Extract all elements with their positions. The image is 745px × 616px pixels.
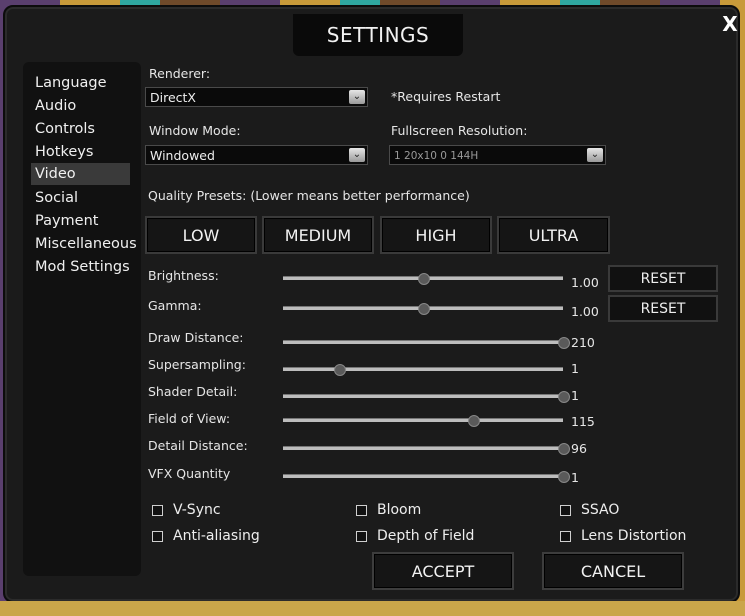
sidebar-item-audio[interactable]: Audio [31,95,130,117]
brightness-value: 1.00 [571,275,599,290]
lens-distortion-label: Lens Distortion [581,528,687,544]
slider-handle[interactable] [334,364,346,376]
chevron-down-icon: ⌄ [349,148,365,162]
fullscreen-resolution-value: 1 20x10 0 144H [394,150,479,162]
gamma-reset-button[interactable]: RESET [608,295,718,322]
shader-detail-value: 1 [571,388,579,403]
vfx-quantity-slider[interactable] [283,471,570,483]
fullscreen-resolution-select[interactable]: 1 20x10 0 144H ⌄ [389,145,606,165]
anti-aliasing-label: Anti-aliasing [173,528,260,544]
ssao-checkbox[interactable]: SSAO [560,502,619,518]
gamma-label: Gamma: [148,298,202,313]
lens-distortion-checkbox[interactable]: Lens Distortion [560,528,686,544]
close-icon[interactable]: X [719,12,741,36]
sidebar-item-payment[interactable]: Payment [31,210,130,232]
brightness-label: Brightness: [148,268,219,283]
checkbox-box[interactable] [356,530,367,542]
gamma-value: 1.00 [571,304,599,319]
window-mode-value: Windowed [150,148,215,163]
sidebar-item-language[interactable]: Language [31,72,130,94]
slider-handle[interactable] [558,443,570,455]
draw-distance-value: 210 [571,335,595,350]
brightness-slider[interactable] [283,273,563,285]
sidebar-item-mod-settings[interactable]: Mod Settings [31,256,130,278]
cancel-button[interactable]: CANCEL [542,552,684,590]
depth-of-field-label: Depth of Field [377,528,475,544]
shader-detail-slider[interactable] [283,391,570,403]
dialog-title: SETTINGS [293,14,463,56]
draw-distance-label: Draw Distance: [148,330,244,345]
brightness-reset-button[interactable]: RESET [608,265,718,292]
sidebar-item-video[interactable]: Video [31,163,130,185]
bloom-checkbox[interactable]: Bloom [356,502,421,518]
renderer-label: Renderer: [149,66,211,81]
settings-sidebar: Language Audio Controls Hotkeys Video So… [23,62,141,576]
anti-aliasing-checkbox[interactable]: Anti-aliasing [152,528,260,544]
fullscreen-resolution-label: Fullscreen Resolution: [391,123,528,138]
bloom-label: Bloom [377,502,422,518]
vfx-quantity-value: 1 [571,470,579,485]
checkbox-box[interactable] [152,504,163,516]
window-mode-select[interactable]: Windowed ⌄ [145,145,368,165]
field-of-view-label: Field of View: [148,411,231,426]
slider-handle[interactable] [418,273,430,285]
detail-distance-label: Detail Distance: [148,438,248,453]
detail-distance-slider[interactable] [283,443,570,455]
checkbox-box[interactable] [560,504,571,516]
depth-of-field-checkbox[interactable]: Depth of Field [356,528,474,544]
slider-handle[interactable] [558,337,570,349]
slider-handle[interactable] [558,391,570,403]
preset-medium-button[interactable]: MEDIUM [262,216,374,254]
preset-ultra-button[interactable]: ULTRA [497,216,610,254]
slider-handle[interactable] [418,303,430,315]
supersampling-label: Supersampling: [148,357,246,372]
ssao-label: SSAO [581,502,620,518]
checkbox-box[interactable] [560,530,571,542]
sidebar-item-social[interactable]: Social [31,187,130,209]
requires-restart-note: *Requires Restart [391,89,501,104]
window-mode-label: Window Mode: [149,123,241,138]
slider-handle[interactable] [558,471,570,483]
supersampling-slider[interactable] [283,364,563,376]
vfx-quantity-label: VFX Quantity [148,466,231,481]
field-of-view-value: 115 [571,414,595,429]
sidebar-item-miscellaneous[interactable]: Miscellaneous [31,233,137,255]
renderer-value: DirectX [150,90,196,105]
checkbox-box[interactable] [152,530,163,542]
chevron-down-icon: ⌄ [349,90,365,104]
checkbox-box[interactable] [356,504,367,516]
draw-distance-slider[interactable] [283,337,570,349]
accept-button[interactable]: ACCEPT [372,552,514,590]
renderer-select[interactable]: DirectX ⌄ [145,87,368,107]
supersampling-value: 1 [571,361,579,376]
sidebar-item-controls[interactable]: Controls [31,118,130,140]
sidebar-item-hotkeys[interactable]: Hotkeys [31,141,130,163]
chevron-down-icon: ⌄ [587,148,603,162]
gamma-slider[interactable] [283,303,563,315]
vsync-label: V-Sync [173,502,221,518]
preset-low-button[interactable]: LOW [145,216,257,254]
detail-distance-value: 96 [571,441,587,456]
shader-detail-label: Shader Detail: [148,384,238,399]
field-of-view-slider[interactable] [283,415,563,427]
quality-presets-label: Quality Presets: (Lower means better per… [148,188,470,203]
background-strip [0,601,745,616]
vsync-checkbox[interactable]: V-Sync [152,502,221,518]
preset-high-button[interactable]: HIGH [380,216,492,254]
